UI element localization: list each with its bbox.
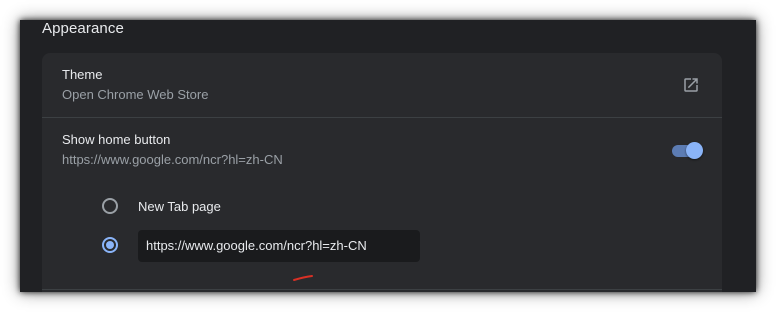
appearance-card: Theme Open Chrome Web Store Show home bu… (42, 53, 722, 292)
section-title: Appearance (42, 20, 124, 37)
settings-window: Appearance Theme Open Chrome Web Store S… (20, 20, 756, 292)
red-annotation-mark (293, 275, 313, 281)
divider (42, 289, 722, 290)
